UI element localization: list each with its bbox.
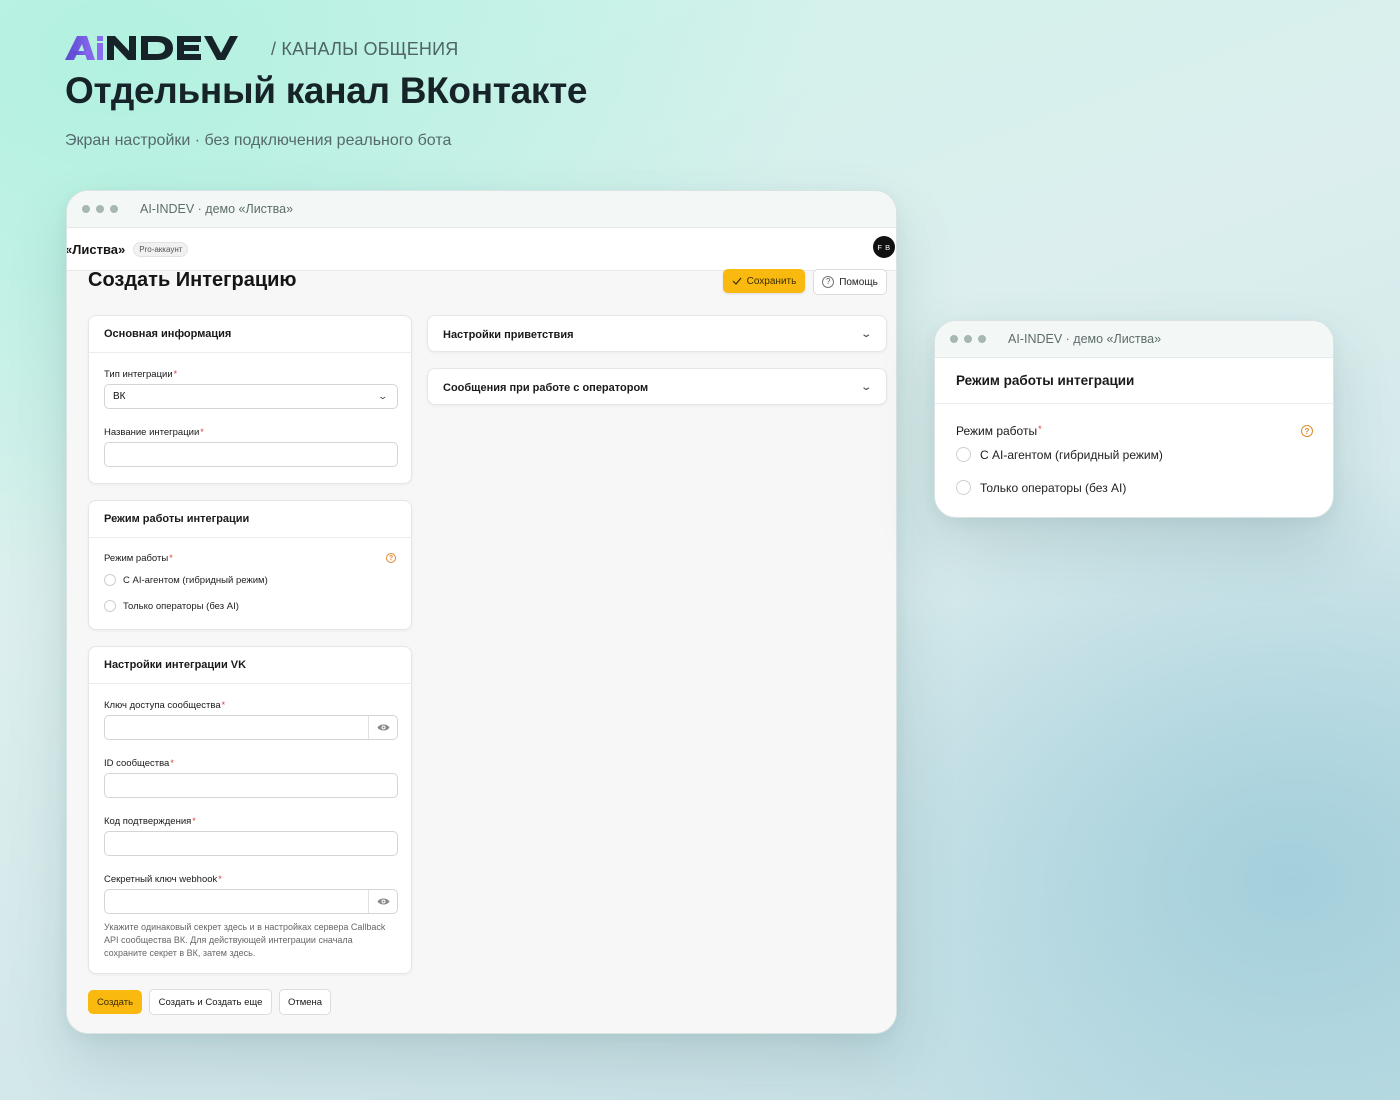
field-label: Код подтверждения* [104,816,196,827]
window-dot[interactable] [110,205,118,213]
chevron-down-icon: ⌄ [859,382,872,393]
select-value: ВК [113,391,126,402]
radio-button[interactable] [956,447,971,462]
eye-icon[interactable] [368,890,397,913]
mode-card: Режим работы интеграции Режим работы* ? … [88,500,412,630]
mode-option-hybrid[interactable]: С AI-агентом (гибридный режим) [956,447,1163,462]
account-badge: Pro-аккаунт [133,241,189,257]
page-title: Отдельный канал ВКонтакте [65,70,588,111]
page-subtitle: Экран настройки · без подключения реальн… [65,132,452,149]
app-header: «Листва» Pro-аккаунт F B [67,228,896,271]
aindev-logo [65,36,238,60]
greeting-settings-accordion[interactable]: Настройки приветствия ⌄ [427,315,887,352]
basic-info-card: Основная информация Тип интеграции* ВК ⌄… [88,315,412,484]
radio-label: С AI-агентом (гибридный режим) [980,447,1163,462]
main-window: AI-INDEV · демо «Листва» «Листва» Pro-ак… [66,190,897,1034]
window-dot[interactable] [96,205,104,213]
save-button-label: Сохранить [746,275,797,287]
radio-button[interactable] [956,480,971,495]
webhook-secret-field: Секретный ключ webhook* [104,874,398,914]
community-id-field: ID сообщества* [104,758,398,798]
window-dot[interactable] [950,335,958,343]
question-icon: ? [822,276,835,288]
window-title: AI-INDEV · демо «Листва» [1008,332,1162,346]
eye-icon[interactable] [368,716,397,739]
integration-name-field: Название интеграции* [104,427,398,467]
window-dot[interactable] [978,335,986,343]
page-content: Создать Интеграцию Сохранить ? Помощь Ос… [67,269,896,1033]
help-circle-icon[interactable]: ? [386,553,396,563]
confirm-code-input[interactable] [104,831,398,856]
field-label: Секретный ключ webhook* [104,874,222,885]
accordion-header[interactable]: Сообщения при работе с оператором ⌄ [428,369,886,406]
window-titlebar: AI-INDEV · демо «Листва» [935,321,1333,358]
save-button[interactable]: Сохранить [723,269,805,293]
mode-option-hybrid[interactable]: С AI-агентом (гибридный режим) [104,574,268,586]
window-title: AI-INDEV · демо «Листва» [140,202,294,216]
breadcrumb[interactable]: / КАНАЛЫ ОБЩЕНИЯ [271,39,458,60]
popup-window: AI-INDEV · демо «Листва» Режим работы ин… [934,320,1334,518]
create-button[interactable]: Создать [88,990,142,1014]
radio-label: Только операторы (без AI) [123,600,239,612]
popup-title: Режим работы интеграции [935,358,1333,404]
operator-messages-accordion[interactable]: Сообщения при работе с оператором ⌄ [427,368,887,405]
mode-option-operators[interactable]: Только операторы (без AI) [104,600,239,612]
accordion-title: Настройки приветствия [443,328,574,341]
radio-button[interactable] [104,574,116,586]
window-dot[interactable] [964,335,972,343]
vk-settings-card: Настройки интеграции VK Ключ доступа соо… [88,646,412,974]
check-icon [732,277,742,285]
cancel-button[interactable]: Отмена [279,989,331,1015]
org-name[interactable]: «Листва» [67,242,125,257]
webhook-secret-input[interactable] [104,889,398,914]
accordion-title: Сообщения при работе с оператором [443,381,649,394]
window-dot[interactable] [82,205,90,213]
popup-body: Режим работы* ? С AI-агентом (гибридный … [935,404,1333,517]
field-label: Ключ доступа сообщества* [104,700,226,711]
card-title: Настройки интеграции VK [89,647,411,684]
chevron-down-icon: ⌄ [377,391,389,401]
confirm-code-field: Код подтверждения* [104,816,398,856]
chevron-down-icon: ⌄ [859,329,872,340]
integration-type-field: Тип интеграции* ВК ⌄ [104,369,398,409]
integration-name-input[interactable] [104,442,398,467]
radio-label: С AI-агентом (гибридный режим) [123,574,268,586]
card-title: Режим работы интеграции [89,501,411,538]
card-title: Основная информация [89,316,411,353]
brand-header: / КАНАЛЫ ОБЩЕНИЯ [65,34,458,62]
radio-button[interactable] [104,600,116,612]
field-label: Тип интеграции* [104,369,178,380]
mode-option-operators[interactable]: Только операторы (без AI) [956,480,1126,495]
create-and-more-button[interactable]: Создать и Создать еще [149,989,272,1015]
access-key-field: Ключ доступа сообщества* [104,700,398,740]
window-titlebar: AI-INDEV · демо «Листва» [67,191,896,228]
webhook-hint: Укажите одинаковый секрет здесь и в наст… [104,922,386,958]
accordion-header[interactable]: Настройки приветствия ⌄ [428,316,886,353]
help-button[interactable]: ? Помощь [813,269,887,295]
integration-type-select[interactable]: ВК ⌄ [104,384,398,409]
avatar[interactable]: F B [873,236,895,258]
field-label: Режим работы* [104,553,173,564]
access-key-input[interactable] [104,715,398,740]
field-label: ID сообщества* [104,758,174,769]
field-label: Название интеграции* [104,427,204,438]
help-button-label: Помощь [839,276,878,288]
field-label: Режим работы* [956,424,1042,438]
community-id-input[interactable] [104,773,398,798]
help-circle-icon[interactable]: ? [1301,425,1313,437]
radio-label: Только операторы (без AI) [980,480,1127,495]
form-title: Создать Интеграцию [88,269,297,291]
